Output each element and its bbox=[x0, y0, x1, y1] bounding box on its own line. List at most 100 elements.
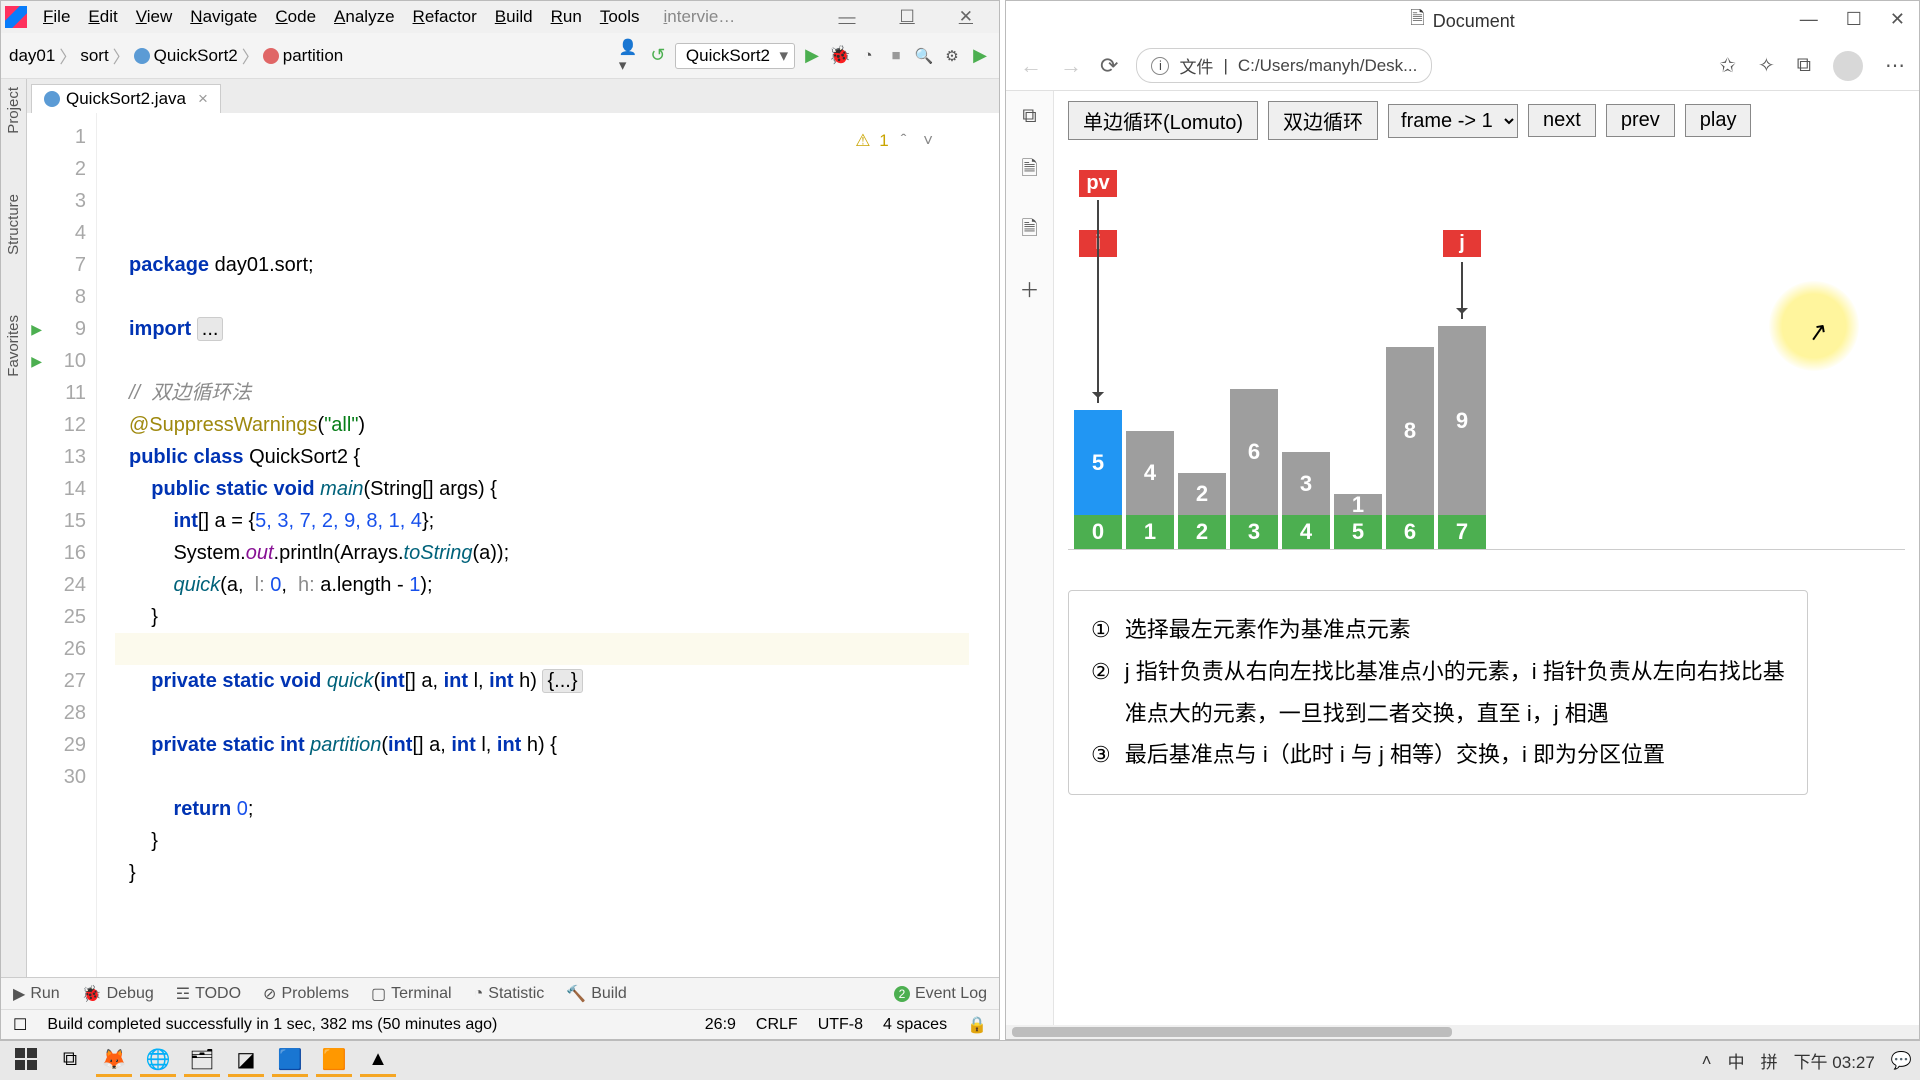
close-icon[interactable]: ✕ bbox=[1890, 9, 1905, 30]
bc-method[interactable]: partition bbox=[283, 46, 343, 66]
vscode-icon[interactable]: 🟦 bbox=[272, 1045, 308, 1077]
close-icon[interactable]: ✕ bbox=[951, 5, 981, 29]
ime-mode[interactable]: 拼 bbox=[1761, 1048, 1778, 1073]
project-tool[interactable]: Project bbox=[5, 87, 22, 134]
build-tool[interactable]: 🔨 Build bbox=[566, 984, 627, 1004]
tab-quicksort2[interactable]: QuickSort2.java × bbox=[31, 84, 221, 113]
powerpoint-icon[interactable]: 🟧 bbox=[316, 1045, 352, 1077]
gutter: ▶ ▶ 12347891011121314151624252627282930 bbox=[27, 113, 97, 977]
menu-tools[interactable]: Tools bbox=[592, 5, 648, 29]
favorites-tool[interactable]: Favorites bbox=[5, 315, 22, 377]
menu-file[interactable]: File bbox=[35, 5, 78, 29]
forward-icon[interactable]: → bbox=[1060, 53, 1082, 79]
intellij-icon[interactable]: ◪ bbox=[228, 1045, 264, 1077]
add-icon[interactable]: ＋ bbox=[1020, 274, 1040, 303]
intellij-logo-icon bbox=[5, 6, 27, 28]
play-button[interactable]: play bbox=[1685, 104, 1752, 137]
frame-select[interactable]: frame -> 1 bbox=[1388, 104, 1518, 138]
terminal-tool[interactable]: ▢ Terminal bbox=[371, 984, 452, 1004]
maximize-icon[interactable]: ☐ bbox=[1846, 9, 1862, 30]
menu-refactor[interactable]: Refactor bbox=[405, 5, 485, 29]
statistic-tool[interactable]: ◔ Statistic bbox=[474, 985, 545, 1003]
menu-edit[interactable]: Edit bbox=[80, 5, 125, 29]
horizontal-scrollbar[interactable] bbox=[1006, 1025, 1919, 1039]
windows-taskbar: ⧉ 🦊 🌐 🗂 ◪ 🟦 🟧 ▲ ˄ 中 拼 下午 03:27 💬 bbox=[0, 1040, 1920, 1080]
next-button[interactable]: next bbox=[1528, 104, 1596, 137]
problems-tool[interactable]: ⊘ Problems bbox=[263, 984, 349, 1004]
user-icon[interactable]: 👤▾ bbox=[619, 45, 641, 67]
menu-run[interactable]: Run bbox=[543, 5, 590, 29]
explorer-icon[interactable]: 🗂 bbox=[184, 1045, 220, 1077]
bc-class[interactable]: QuickSort2 bbox=[154, 46, 238, 66]
browser-toolbar: ← → ⟳ i 文件 | C:/Users/manyh/Desk... ✩ ✧ … bbox=[1006, 41, 1919, 91]
favorite-icon[interactable]: ✩ bbox=[1719, 53, 1736, 78]
search-icon[interactable]: 🔍 bbox=[913, 45, 935, 67]
debug-tool[interactable]: 🐞 Debug bbox=[82, 984, 154, 1004]
menu-view[interactable]: View bbox=[128, 5, 181, 29]
back-icon[interactable]: ← bbox=[1020, 53, 1042, 79]
play2-icon[interactable]: ▶ bbox=[969, 45, 991, 67]
collections-icon[interactable]: ⧉ bbox=[1797, 54, 1811, 77]
coverage-icon[interactable]: ◔ bbox=[857, 45, 879, 67]
bc-sort[interactable]: sort bbox=[80, 46, 108, 66]
minimize-icon[interactable]: — bbox=[831, 5, 864, 29]
firefox-icon[interactable]: 🦊 bbox=[96, 1045, 132, 1077]
profile-avatar-icon[interactable] bbox=[1833, 51, 1863, 81]
page2-icon[interactable]: 🗎 bbox=[1021, 214, 1037, 248]
task-view-icon[interactable]: ⧉ bbox=[52, 1045, 88, 1077]
settings-icon[interactable]: ⚙ bbox=[941, 45, 963, 67]
menu-navigate[interactable]: Navigate bbox=[182, 5, 265, 29]
status-indent[interactable]: 4 spaces bbox=[883, 1016, 947, 1034]
structure-tool[interactable]: Structure bbox=[5, 194, 22, 255]
step-3: ③最后基准点与 i（此时 i 与 j 相等）交换，i 即为分区位置 bbox=[1091, 734, 1785, 776]
info-icon[interactable]: i bbox=[1151, 57, 1169, 75]
code-editor[interactable]: ▶ ▶ 12347891011121314151624252627282930 … bbox=[27, 113, 999, 977]
run-gutter-icon[interactable]: ▶ bbox=[31, 345, 42, 377]
run-tool[interactable]: ▶ Run bbox=[13, 984, 60, 1004]
debug-icon[interactable]: 🐞 bbox=[829, 45, 851, 67]
maximize-icon[interactable]: ☐ bbox=[892, 5, 923, 29]
menu-analyze[interactable]: Analyze bbox=[326, 5, 402, 29]
status-caret[interactable]: 26:9 bbox=[705, 1016, 736, 1034]
clock[interactable]: 下午 03:27 bbox=[1794, 1048, 1875, 1073]
ide-statusbar: ☐ Build completed successfully in 1 sec,… bbox=[1, 1009, 999, 1039]
status-encoding[interactable]: UTF-8 bbox=[818, 1016, 863, 1034]
page-icon[interactable]: 🗎 bbox=[1021, 154, 1037, 188]
menu-code[interactable]: Code bbox=[267, 5, 324, 29]
warnings-badge[interactable]: ⚠ 1ˆ ˅ bbox=[855, 125, 939, 157]
minimize-icon[interactable]: — bbox=[1800, 9, 1818, 30]
notifications-icon[interactable]: 💬 bbox=[1891, 1051, 1912, 1071]
tab-close-icon[interactable]: × bbox=[198, 89, 208, 109]
status-lock-icon[interactable]: 🔒 bbox=[967, 1015, 987, 1035]
ide-menubar: File Edit View Navigate Code Analyze Ref… bbox=[1, 1, 999, 33]
menu-build[interactable]: Build bbox=[487, 5, 541, 29]
status-eol[interactable]: CRLF bbox=[756, 1016, 798, 1034]
reload-icon[interactable]: ⟳ bbox=[1100, 53, 1118, 79]
edge-sidebar: ⧉ 🗎 🗎 ＋ bbox=[1006, 91, 1054, 1025]
tray-chevron-icon[interactable]: ˄ bbox=[1702, 1051, 1712, 1071]
bc-day01[interactable]: day01 bbox=[9, 46, 55, 66]
sort-visualization: pv i j 5041226334158697 bbox=[1068, 170, 1905, 550]
prev-button[interactable]: prev bbox=[1606, 104, 1675, 137]
start-button[interactable] bbox=[8, 1045, 44, 1077]
favorites-bar-icon[interactable]: ✧ bbox=[1758, 53, 1775, 78]
ide-toolbar: day01〉 sort〉 QuickSort2〉 partition 👤▾ ↺ … bbox=[1, 33, 999, 79]
address-bar[interactable]: i 文件 | C:/Users/manyh/Desk... bbox=[1136, 48, 1432, 83]
run-icon[interactable]: ▶ bbox=[801, 45, 823, 67]
more-icon[interactable]: ⋯ bbox=[1885, 53, 1905, 78]
sync-icon[interactable]: ↺ bbox=[647, 45, 669, 67]
copy-icon[interactable]: ⧉ bbox=[1022, 105, 1036, 128]
run-config-select[interactable]: QuickSort2 bbox=[675, 43, 795, 69]
stop-icon[interactable]: ■ bbox=[885, 45, 907, 67]
vlc-icon[interactable]: ▲ bbox=[360, 1045, 396, 1077]
todo-tool[interactable]: ☲ TODO bbox=[176, 984, 241, 1004]
lomuto-button[interactable]: 单边循环(Lomuto) bbox=[1068, 101, 1258, 140]
edge-icon[interactable]: 🌐 bbox=[140, 1045, 176, 1077]
editor-tabs: QuickSort2.java × bbox=[27, 79, 999, 113]
addr-path: C:/Users/manyh/Desk... bbox=[1238, 56, 1418, 76]
event-log-tool[interactable]: 2 Event Log bbox=[894, 985, 987, 1003]
status-icon: ☐ bbox=[13, 1015, 27, 1035]
bidirectional-button[interactable]: 双边循环 bbox=[1268, 101, 1378, 140]
ime-lang[interactable]: 中 bbox=[1728, 1048, 1745, 1073]
run-gutter-icon[interactable]: ▶ bbox=[31, 313, 42, 345]
